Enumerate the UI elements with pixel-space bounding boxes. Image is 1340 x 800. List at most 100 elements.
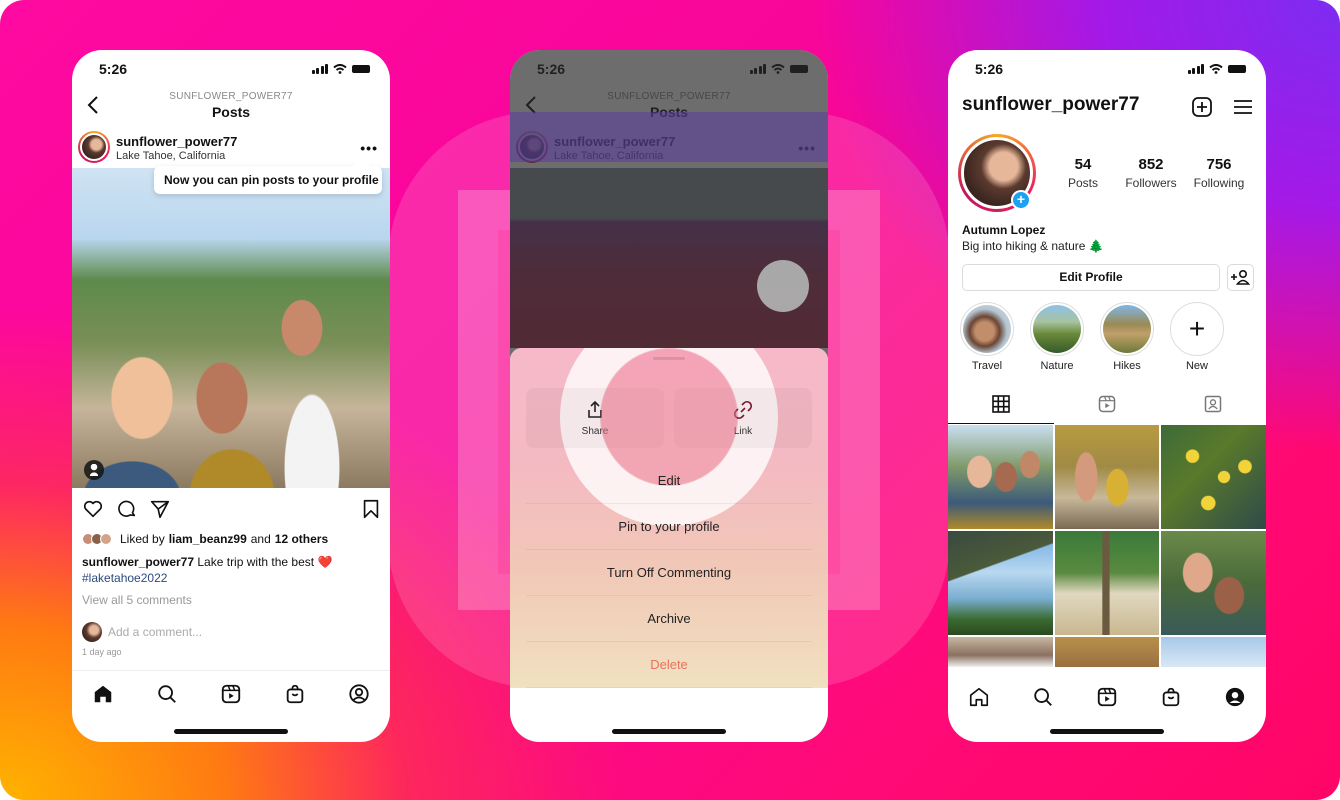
liked-by-prefix: Liked by xyxy=(120,532,165,546)
more-options-icon[interactable]: ••• xyxy=(360,140,378,156)
profile-icon[interactable] xyxy=(348,683,370,705)
profile-content-tabs xyxy=(948,386,1266,424)
home-indicator xyxy=(174,729,288,734)
highlight-hikes[interactable]: Hikes xyxy=(1100,302,1154,372)
story-highlights: Travel Nature Hikes + New xyxy=(960,302,1224,372)
phone-profile-view: 5:26 sunflower_power77 + 54 Posts 852 Fo… xyxy=(948,50,1266,742)
profile-icon[interactable] xyxy=(1224,686,1246,708)
search-icon[interactable] xyxy=(156,683,178,705)
bottom-tab-bar xyxy=(948,674,1266,718)
grid-photo[interactable] xyxy=(1161,637,1266,667)
post-photo[interactable] xyxy=(72,168,390,488)
comment-icon[interactable] xyxy=(116,498,138,520)
add-comment-row[interactable]: Add a comment... xyxy=(82,622,202,642)
phone-post-options: 5:26 SUNFLOWER_POWER77 Posts sunflower_p… xyxy=(510,50,828,742)
post-location[interactable]: Lake Tahoe, California xyxy=(116,150,225,162)
shop-icon[interactable] xyxy=(1160,686,1182,708)
caption-username[interactable]: sunflower_power77 xyxy=(82,555,194,569)
profile-name: Autumn Lopez xyxy=(962,223,1046,237)
status-bar: 5:26 xyxy=(72,50,390,90)
wifi-icon xyxy=(1209,64,1223,74)
hashtag-link[interactable]: #laketahoe2022 xyxy=(82,571,167,585)
following-label: Following xyxy=(1193,176,1245,190)
status-bar: 5:26 xyxy=(948,50,1266,90)
tab-tagged[interactable] xyxy=(1160,386,1266,424)
reels-icon[interactable] xyxy=(1096,686,1118,708)
liker-avatars xyxy=(82,533,112,545)
option-edit[interactable]: Edit xyxy=(526,458,812,504)
options-list: Edit Pin to your profile Turn Off Commen… xyxy=(526,458,812,688)
tagged-people-icon[interactable] xyxy=(84,460,104,480)
commenter-avatar xyxy=(82,622,102,642)
add-person-icon xyxy=(1231,270,1251,285)
highlight-nature[interactable]: Nature xyxy=(1030,302,1084,372)
plus-icon: + xyxy=(1173,305,1221,353)
options-sheet: Share Link Edit Pin to your profile Turn… xyxy=(510,348,828,742)
logo-dot-overlay xyxy=(757,260,809,312)
status-time: 5:26 xyxy=(975,61,1004,77)
grid-photo[interactable] xyxy=(1054,637,1160,667)
grid-photo[interactable] xyxy=(948,425,1053,529)
battery-icon xyxy=(352,65,370,73)
reels-icon[interactable] xyxy=(220,683,242,705)
grid-photo[interactable] xyxy=(1161,425,1266,529)
highlight-travel[interactable]: Travel xyxy=(960,302,1014,372)
grid-photo[interactable] xyxy=(1161,531,1266,635)
add-comment-input[interactable]: Add a comment... xyxy=(108,625,202,639)
add-story-icon[interactable]: + xyxy=(1011,190,1031,210)
post-username[interactable]: sunflower_power77 xyxy=(116,134,237,149)
tint-band xyxy=(510,112,828,162)
option-archive[interactable]: Archive xyxy=(526,596,812,642)
nav-header: SUNFLOWER_POWER77 Posts xyxy=(72,88,390,128)
avatar[interactable] xyxy=(78,131,110,163)
heart-icon[interactable] xyxy=(82,498,104,520)
likes-summary[interactable]: Liked by liam_beanz99 and 12 others xyxy=(82,532,328,546)
bookmark-icon[interactable] xyxy=(360,498,382,520)
home-indicator xyxy=(1050,729,1164,734)
option-turn-off-commenting[interactable]: Turn Off Commenting xyxy=(526,550,812,596)
post-timestamp: 1 day ago xyxy=(82,647,122,657)
post-caption: sunflower_power77 Lake trip with the bes… xyxy=(82,554,382,586)
menu-icon[interactable] xyxy=(1232,96,1254,118)
liked-by-and: and xyxy=(250,532,271,546)
highlight-thumbnail xyxy=(963,305,1011,353)
signal-icon xyxy=(1187,64,1204,74)
status-icons xyxy=(1187,64,1246,74)
grid-photo[interactable] xyxy=(1054,531,1160,635)
nav-subtitle: SUNFLOWER_POWER77 xyxy=(169,91,293,102)
home-icon[interactable] xyxy=(92,683,114,705)
grid-photo[interactable] xyxy=(948,531,1053,635)
edit-profile-button[interactable]: Edit Profile xyxy=(962,264,1220,291)
tab-reels[interactable] xyxy=(1054,386,1160,424)
tab-posts-grid[interactable] xyxy=(948,386,1054,424)
bottom-tab-bar xyxy=(72,670,390,714)
grid-photo[interactable] xyxy=(1054,425,1160,529)
status-time: 5:26 xyxy=(99,61,128,77)
post-header: sunflower_power77 Lake Tahoe, California… xyxy=(72,130,390,168)
shop-icon[interactable] xyxy=(284,683,306,705)
search-icon[interactable] xyxy=(1032,686,1054,708)
battery-icon xyxy=(1228,65,1246,73)
signal-icon xyxy=(311,64,328,74)
highlight-label: Hikes xyxy=(1113,360,1141,372)
liked-by-user[interactable]: liam_beanz99 xyxy=(169,532,247,546)
liked-by-others[interactable]: 12 others xyxy=(275,532,328,546)
stat-following[interactable]: 756 Following xyxy=(1179,156,1259,190)
discover-people-button[interactable] xyxy=(1227,264,1254,291)
grid-icon xyxy=(992,395,1010,413)
highlight-label: New xyxy=(1185,360,1208,372)
option-pin-to-profile[interactable]: Pin to your profile xyxy=(526,504,812,550)
pin-tooltip: Now you can pin posts to your profile xyxy=(154,166,382,194)
home-icon[interactable] xyxy=(968,686,990,708)
status-icons xyxy=(311,64,370,74)
view-comments-link[interactable]: View all 5 comments xyxy=(82,593,192,607)
share-icon[interactable] xyxy=(149,498,171,520)
reels-icon xyxy=(1098,395,1116,413)
grid-photo[interactable] xyxy=(948,637,1053,667)
create-post-icon[interactable] xyxy=(1191,96,1213,118)
highlight-new[interactable]: + New xyxy=(1170,302,1224,372)
following-count: 756 xyxy=(1206,156,1232,173)
page-title: Posts xyxy=(211,104,251,120)
option-delete[interactable]: Delete xyxy=(526,642,812,688)
highlight-label: Nature xyxy=(1040,360,1074,372)
